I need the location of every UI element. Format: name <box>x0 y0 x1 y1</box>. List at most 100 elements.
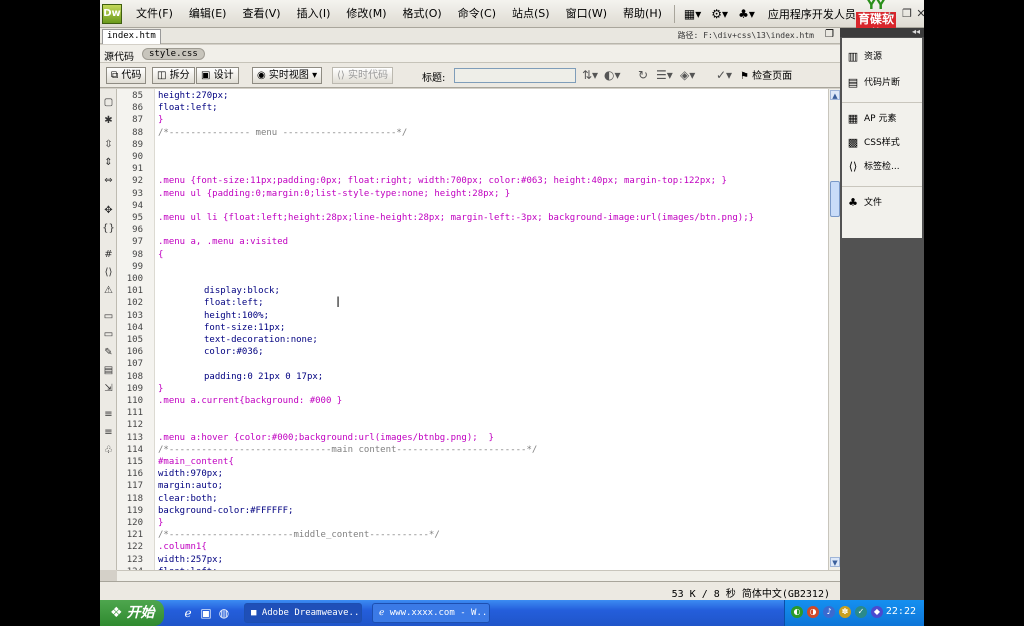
menu-site[interactable]: 站点(S) <box>504 0 558 28</box>
related-file-style-css[interactable]: style.css <box>142 48 205 60</box>
menu-edit[interactable]: 编辑(E) <box>181 0 235 28</box>
minimize-icon[interactable]: – <box>884 7 898 21</box>
code-line[interactable]: float:left; <box>204 297 264 309</box>
live-code-button[interactable]: ⟨⟩ 实时代码 <box>332 67 393 84</box>
extend-icon[interactable]: ⚙▾ <box>706 7 733 21</box>
menu-modify[interactable]: 修改(M) <box>338 0 394 28</box>
code-view-button[interactable]: ⧉ 代码 <box>106 67 147 84</box>
start-button[interactable]: ❖ 开始 <box>100 600 164 626</box>
shield-tray-icon[interactable]: ◆ <box>871 606 883 618</box>
layout-icon[interactable]: ▦▾ <box>679 7 706 21</box>
line-numbers-icon[interactable]: # <box>102 249 115 261</box>
code-line[interactable]: .menu a, .menu a:visited <box>158 236 288 248</box>
code-editor[interactable]: height:270px; float:left;}/*-------------… <box>155 89 828 570</box>
restore-document-icon[interactable]: ❐ <box>825 29 834 40</box>
code-line[interactable]: } <box>158 517 163 529</box>
recent-snippets-icon[interactable]: ▤ <box>102 365 115 377</box>
code-line[interactable]: /*-----------------------middle_content-… <box>158 529 440 541</box>
panel-ap-elements[interactable]: ▦ AP 元素 <box>846 110 897 128</box>
code-line[interactable]: margin:auto; <box>158 480 223 492</box>
taskbar-dreamweaver[interactable]: ■ Adobe Dreamweave... <box>244 603 362 623</box>
source-code-tab[interactable]: 源代码 <box>104 48 134 63</box>
code-line[interactable]: { <box>158 249 163 261</box>
code-line[interactable]: height:270px; <box>158 90 228 102</box>
panel-tag-inspector[interactable]: ⟨⟩ 标签检... <box>846 158 900 176</box>
code-line[interactable]: .menu {font-size:11px;padding:0px; float… <box>158 175 727 187</box>
expand-all-icon[interactable]: ⇔ <box>102 175 115 187</box>
taskbar-browser[interactable]: ℯ www.xxxx.com - W... <box>372 603 490 623</box>
menu-commands[interactable]: 命令(C) <box>450 0 504 28</box>
file-management-icon[interactable]: ⇅▾ <box>582 68 598 82</box>
menu-view[interactable]: 查看(V) <box>234 0 288 28</box>
title-input[interactable] <box>454 68 576 83</box>
security-tray-icon[interactable]: ◑ <box>807 606 819 618</box>
code-line[interactable]: font-size:11px; <box>204 322 285 334</box>
menu-format[interactable]: 格式(O) <box>394 0 449 28</box>
vertical-scrollbar[interactable]: ▲ ▼ <box>828 89 840 570</box>
code-line[interactable]: #main_content{ <box>158 456 234 468</box>
wrap-tag-icon[interactable]: ✎ <box>102 347 115 359</box>
code-line[interactable]: padding:0 21px 0 17px; <box>204 371 323 383</box>
menu-window[interactable]: 窗口(W) <box>558 0 615 28</box>
apply-comment-icon[interactable]: ▭ <box>102 311 115 323</box>
code-line[interactable]: } <box>158 114 163 126</box>
syntax-error-alerts-icon[interactable]: ⚠ <box>102 285 115 297</box>
scroll-up-icon[interactable]: ▲ <box>830 90 840 100</box>
highlight-invalid-code-icon[interactable]: ⟨⟩ <box>102 267 115 279</box>
scroll-down-icon[interactable]: ▼ <box>830 557 840 567</box>
code-line[interactable]: .menu a:hover {color:#000;background:url… <box>158 432 494 444</box>
menu-help[interactable]: 帮助(H) <box>615 0 670 28</box>
code-line[interactable]: background-color:#FFFFFF; <box>158 505 293 517</box>
code-line[interactable]: float:left; <box>158 102 218 114</box>
volume-tray-icon[interactable]: ♪ <box>823 606 835 618</box>
panel-snippets[interactable]: ▤ 代码片断 <box>846 74 900 92</box>
outdent-code-icon[interactable]: ≡ <box>102 427 115 439</box>
split-view-button[interactable]: ◫ 拆分 <box>152 67 195 84</box>
document-tab[interactable]: index.htm <box>102 29 161 44</box>
site-icon[interactable]: ♣▾ <box>733 7 760 21</box>
collapse-selection-icon[interactable]: ⇕ <box>102 157 115 169</box>
vertical-scroll-thumb[interactable] <box>830 181 840 217</box>
code-line[interactable]: .menu ul li {float:left;height:28px;line… <box>158 212 754 224</box>
input-method-tray-icon[interactable]: ✽ <box>839 606 851 618</box>
design-view-button[interactable]: ▣ 设计 <box>196 67 239 84</box>
show-desktop-icon[interactable]: ▣ <box>198 605 214 621</box>
code-line[interactable]: .menu a.current{background: #000 } <box>158 395 342 407</box>
open-documents-icon[interactable]: ▢ <box>102 97 115 109</box>
collapse-tag-icon[interactable]: ⇳ <box>102 139 115 151</box>
horizontal-scrollbar[interactable] <box>117 570 840 581</box>
move-css-icon[interactable]: ⇲ <box>102 383 115 395</box>
network-tray-icon[interactable]: ◐ <box>791 606 803 618</box>
select-parent-tag-icon[interactable]: ✥ <box>102 205 115 217</box>
view-options-icon[interactable]: ☰▾ <box>656 68 673 82</box>
panel-css-styles[interactable]: ▩ CSS样式 <box>846 134 900 152</box>
firefox-quicklaunch-icon[interactable]: ◍ <box>216 605 232 621</box>
panel-assets[interactable]: ▥ 资源 <box>846 48 882 66</box>
code-line[interactable]: clear:both; <box>158 493 218 505</box>
code-line[interactable]: width:257px; <box>158 554 223 566</box>
preview-browser-icon[interactable]: ◐▾ <box>604 68 621 82</box>
code-line[interactable]: /*------------------------------main con… <box>158 444 537 456</box>
close-icon[interactable]: ✕ <box>914 7 924 21</box>
indent-code-icon[interactable]: ≡ <box>102 409 115 421</box>
code-line[interactable]: } <box>158 383 163 395</box>
code-line[interactable]: color:#036; <box>204 346 264 358</box>
collapse-panels-icon[interactable]: ◂◂ <box>912 27 920 36</box>
show-code-navigator-icon[interactable]: ✱ <box>102 115 115 127</box>
code-line[interactable]: .menu ul {padding:0;margin:0;list-style-… <box>158 188 510 200</box>
balance-braces-icon[interactable]: {} <box>102 223 115 235</box>
menu-insert[interactable]: 插入(I) <box>289 0 339 28</box>
code-line[interactable]: height:100%; <box>204 310 269 322</box>
code-line[interactable]: width:970px; <box>158 468 223 480</box>
visual-aids-icon[interactable]: ◈▾ <box>680 68 695 82</box>
code-line[interactable]: .column1{ <box>158 541 207 553</box>
code-line[interactable]: /*--------------- menu -----------------… <box>158 127 407 139</box>
panel-files[interactable]: ♣ 文件 <box>846 194 882 212</box>
code-line[interactable]: text-decoration:none; <box>204 334 318 346</box>
live-view-button[interactable]: ◉ 实时视图 ▾ <box>252 67 323 84</box>
validate-markup-icon[interactable]: ✓▾ <box>716 68 732 82</box>
antivirus-tray-icon[interactable]: ✓ <box>855 606 867 618</box>
format-source-icon[interactable]: ♧ <box>102 445 115 457</box>
ie-quicklaunch-icon[interactable]: ℯ <box>180 605 196 621</box>
remove-comment-icon[interactable]: ▭ <box>102 329 115 341</box>
